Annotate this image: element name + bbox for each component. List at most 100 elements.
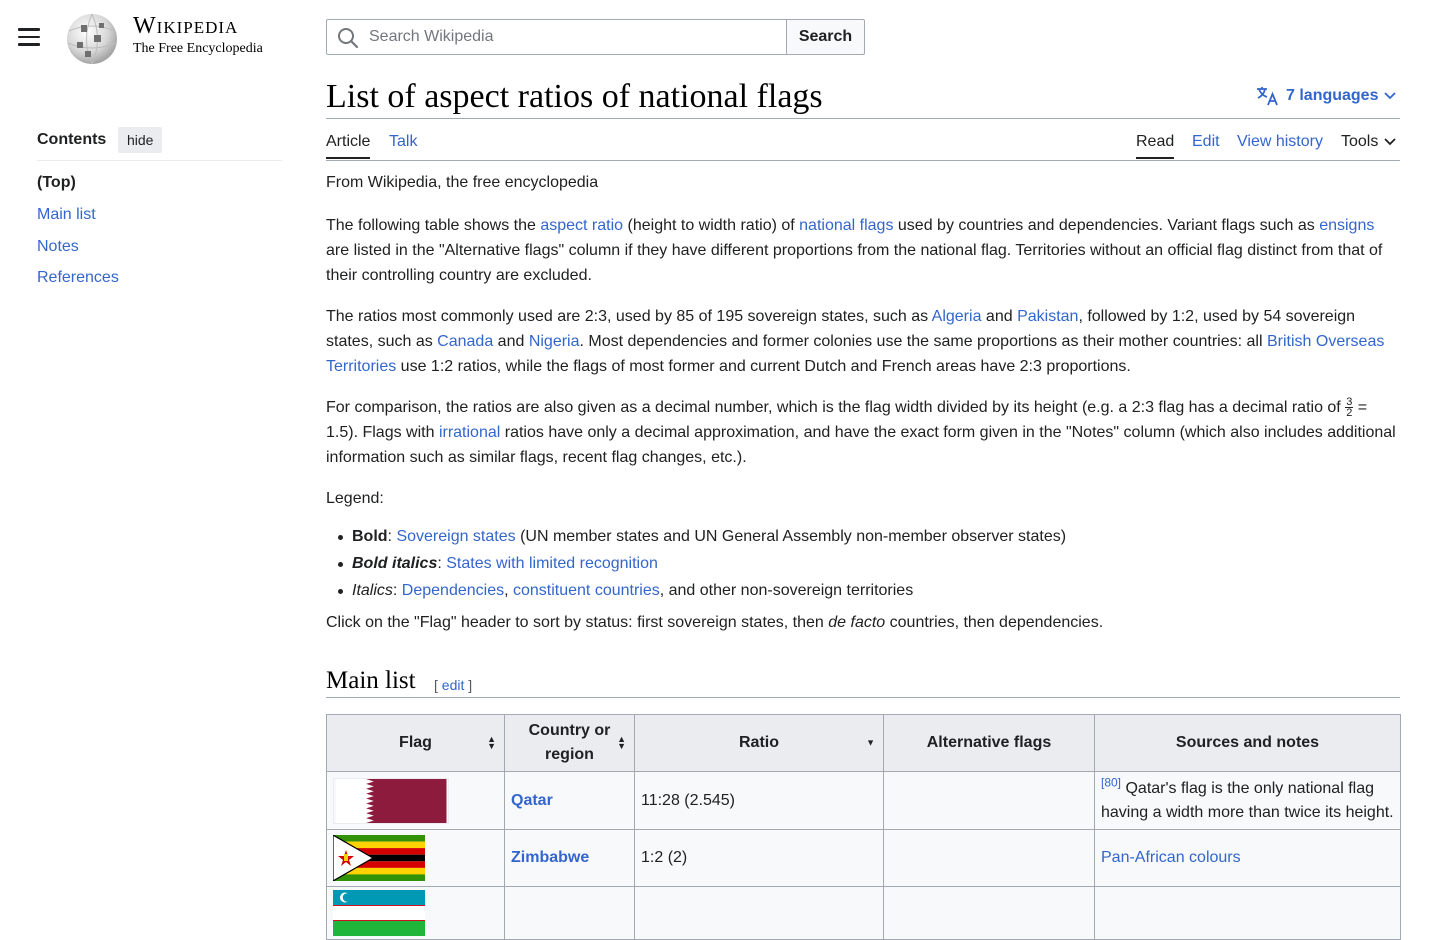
wikipedia-globe-logo[interactable]: [63, 11, 121, 65]
link-ensigns[interactable]: ensigns: [1319, 217, 1374, 234]
link-pakistan[interactable]: Pakistan: [1017, 308, 1078, 325]
link-dependencies[interactable]: Dependencies: [402, 582, 504, 599]
link-algeria[interactable]: Algeria: [932, 308, 982, 325]
column-header-flag[interactable]: Flag ▲ ▼: [326, 714, 505, 772]
table-row: Zimbabwe 1:2 (2) Pan-African colours: [326, 829, 1401, 887]
link-limited-recognition[interactable]: States with limited recognition: [446, 555, 658, 572]
ratio-cell: [634, 886, 884, 940]
tab-article-underline: [326, 157, 370, 159]
tab-read[interactable]: Read: [1136, 133, 1174, 151]
legend-item-italics: Italics: Dependencies, constituent count…: [338, 577, 1400, 604]
text: used by countries and dependencies. Vari…: [893, 217, 1320, 234]
tab-view-history[interactable]: View history: [1237, 133, 1323, 151]
sort-down: ▼: [866, 737, 875, 748]
intro-paragraph-2: The ratios most commonly used are 2:3, u…: [326, 304, 1400, 379]
table-header-row: Flag ▲ ▼ Country or region ▲ ▼ Ratio ▼ Alt…: [326, 714, 1401, 772]
link-country[interactable]: Qatar: [511, 792, 553, 809]
tab-read-underline: [1136, 157, 1174, 159]
notes-cell: [80] Qatar's flag is the only national f…: [1094, 771, 1401, 830]
country-cell: Qatar: [504, 771, 635, 830]
page-title: List of aspect ratios of national flags: [326, 78, 823, 115]
text: use 1:2 ratios, while the flags of most …: [396, 358, 1131, 375]
toc-item-notes[interactable]: Notes: [37, 238, 79, 256]
header-label: Country or region: [528, 722, 611, 763]
wikipedia-tagline: The Free Encyclopedia: [133, 41, 263, 56]
tab-edit[interactable]: Edit: [1192, 133, 1220, 151]
intro-paragraph-3: For comparison, the ratios are also give…: [326, 395, 1400, 470]
text: , and other non-sovereign territories: [659, 582, 914, 599]
toc-item-top[interactable]: (Top): [37, 174, 76, 192]
menu-bar: [18, 28, 40, 31]
legend-item-bold-italics: Bold italics: States with limited recogn…: [338, 550, 1400, 577]
flag-zimbabwe[interactable]: [333, 835, 425, 881]
flag-cell: [326, 829, 505, 887]
notes-cell: Pan-African colours: [1094, 829, 1401, 887]
article-body: From Wikipedia, the free encyclopedia Th…: [326, 170, 1400, 651]
section-divider: [326, 697, 1400, 698]
sort-icon: ▲ ▼: [487, 735, 496, 751]
toc-title: Contents: [37, 131, 107, 148]
text: . Most dependencies and former colonies …: [579, 333, 1267, 350]
menu-bar: [18, 43, 40, 46]
link-country[interactable]: Zimbabwe: [511, 849, 589, 866]
column-header-ratio[interactable]: Ratio ▼: [634, 714, 884, 772]
section-heading-main-list: Main list: [326, 667, 416, 694]
header-label: Ratio: [739, 734, 779, 751]
sort-icon: ▲ ▼: [617, 735, 626, 751]
chevron-down-icon: [1384, 138, 1396, 146]
link-canada[interactable]: Canada: [437, 333, 493, 350]
main-menu-button[interactable]: [18, 28, 40, 46]
title-divider: [326, 118, 1400, 119]
section-edit: [ edit ]: [434, 677, 472, 693]
link-irrational[interactable]: irrational: [439, 424, 500, 441]
text: (height to width ratio) of: [623, 217, 800, 234]
citation-link[interactable]: [80]: [1101, 775, 1121, 789]
legend-item-bold: Bold: Sovereign states (UN member states…: [338, 523, 1400, 550]
search-input[interactable]: [367, 20, 777, 54]
language-icon: [1257, 87, 1278, 106]
text: For comparison, the ratios are also give…: [326, 399, 1346, 416]
search-box[interactable]: [326, 19, 787, 55]
text: (UN member states and UN General Assembl…: [515, 528, 1067, 545]
column-header-sources-notes: Sources and notes: [1094, 714, 1401, 772]
flag-uzbekistan[interactable]: [333, 890, 425, 936]
menu-bar: [18, 35, 40, 38]
toc-item-references[interactable]: References: [37, 269, 119, 287]
tab-article[interactable]: Article: [326, 133, 370, 151]
text: countries, then dependencies.: [885, 614, 1104, 631]
flags-table: Flag ▲ ▼ Country or region ▲ ▼ Ratio ▼ Alt…: [326, 714, 1401, 940]
link-pan-african-colours[interactable]: Pan-African colours: [1101, 849, 1241, 866]
link-national-flags[interactable]: national flags: [799, 217, 893, 234]
tabs-divider: [326, 160, 1400, 161]
text: are listed in the "Alternative flags" co…: [326, 242, 1383, 284]
alternative-flags-cell: [883, 771, 1095, 830]
wordmark-text: Wikipedia: [133, 13, 239, 39]
tab-talk[interactable]: Talk: [389, 133, 417, 151]
legend-bold-italics-label: Bold italics: [352, 555, 438, 572]
wikipedia-wordmark[interactable]: Wikipedia: [133, 13, 238, 40]
search-button[interactable]: Search: [786, 19, 865, 55]
sort-down: ▼: [617, 741, 626, 751]
link-constituent-countries[interactable]: constituent countries: [513, 582, 660, 599]
language-button[interactable]: 7 languages: [1256, 86, 1397, 106]
section-edit-link[interactable]: edit: [442, 677, 465, 693]
link-sovereign-states[interactable]: Sovereign states: [396, 528, 515, 545]
tools-menu[interactable]: Tools: [1341, 133, 1396, 151]
column-header-alternative-flags: Alternative flags: [883, 714, 1095, 772]
search-icon: [338, 28, 359, 49]
column-header-country[interactable]: Country or region ▲ ▼: [504, 714, 635, 772]
language-count: 7 languages: [1286, 87, 1379, 104]
text: ,: [504, 582, 513, 599]
flag-qatar[interactable]: [333, 777, 449, 824]
intro-paragraph-1: The following table shows the aspect rat…: [326, 213, 1400, 288]
text: :: [392, 582, 402, 599]
text: and: [981, 308, 1018, 325]
toc-hide-button[interactable]: hide: [118, 127, 163, 153]
flag-cell: [326, 886, 505, 940]
country-cell: [504, 886, 635, 940]
text: Click on the "Flag" header to sort by st…: [326, 614, 829, 631]
legend-bold-label: Bold: [352, 528, 388, 545]
toc-item-main-list[interactable]: Main list: [37, 206, 96, 224]
link-nigeria[interactable]: Nigeria: [529, 333, 580, 350]
link-aspect-ratio[interactable]: aspect ratio: [540, 217, 623, 234]
